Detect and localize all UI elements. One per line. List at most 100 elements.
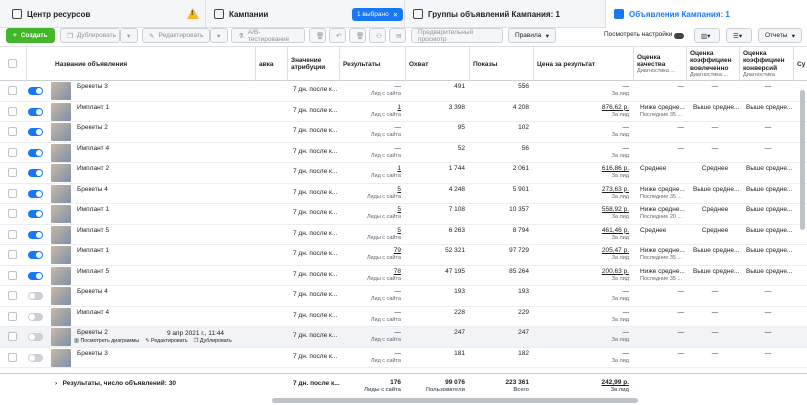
discard-button[interactable]: 🗑	[349, 28, 366, 43]
cost-value[interactable]: 273,63 р.	[602, 186, 629, 193]
row-checkbox[interactable]	[8, 229, 17, 239]
horizontal-scrollbar[interactable]	[272, 398, 638, 403]
table-row[interactable]: Имплант 5 7 дн. после к... 78 Лиды с сай…	[0, 265, 807, 286]
table-row[interactable]: Брекеты 2 7 дн. после к... — Лид с сайта…	[0, 122, 807, 143]
results-value[interactable]: 5	[397, 186, 401, 193]
ad-name[interactable]: Имплант 1	[77, 247, 109, 254]
ad-thumbnail[interactable]	[51, 246, 71, 264]
ad-name[interactable]: Брекеты 3	[77, 83, 108, 90]
ad-name[interactable]: Имплант 2	[77, 165, 109, 172]
tab-adsets[interactable]: Группы объявлений Кампания: 1	[404, 0, 604, 28]
warning-icon[interactable]: !	[187, 8, 199, 19]
row-checkbox[interactable]	[8, 168, 17, 177]
results-value[interactable]: 79	[394, 247, 401, 254]
cost-value[interactable]: 558,92 р.	[602, 206, 629, 213]
header-cost-per-result[interactable]: Цена за результат	[534, 47, 634, 81]
rules-dropdown[interactable]: Правила ▾	[508, 28, 556, 43]
cost-value[interactable]: 876,62 р.	[602, 104, 629, 111]
header-select-all[interactable]	[0, 47, 27, 81]
ad-thumbnail[interactable]	[51, 102, 71, 121]
delete-button[interactable]: 🗑	[309, 28, 326, 43]
breakdown-button[interactable]: ☰▾	[726, 28, 752, 43]
row-status-toggle[interactable]	[28, 230, 43, 239]
ad-name-cell[interactable]: Имплант 5	[74, 225, 254, 245]
view-settings-toggle[interactable]	[674, 33, 684, 39]
header-extra[interactable]: Су	[794, 47, 807, 81]
ad-name[interactable]: Имплант 1	[77, 104, 109, 111]
results-value[interactable]: 5	[397, 227, 401, 234]
header-quality[interactable]: Оценка качества Диагностика ...	[634, 47, 687, 81]
ad-thumbnail[interactable]	[51, 123, 71, 141]
ad-thumbnail[interactable]	[51, 184, 71, 203]
ad-thumbnail[interactable]	[51, 266, 71, 285]
ad-name-cell[interactable]: Брекеты 4	[74, 184, 254, 204]
row-checkbox[interactable]	[8, 86, 17, 95]
row-status-toggle[interactable]	[28, 148, 43, 157]
ad-thumbnail[interactable]	[51, 307, 71, 326]
selected-count-pill[interactable]: 1 выбрано ✕	[352, 8, 404, 21]
row-duplicate-link[interactable]: ❐ Дублировать	[194, 338, 232, 346]
row-checkbox[interactable]	[8, 291, 17, 300]
ad-name-cell[interactable]: Брекеты 4	[74, 286, 254, 306]
row-checkbox[interactable]	[8, 270, 17, 280]
ad-name[interactable]: Имплант 4	[77, 309, 109, 316]
ad-name-cell[interactable]: Брекеты 2	[74, 122, 254, 142]
tab-ads[interactable]: Объявления Кампания: 1	[605, 0, 807, 28]
results-value[interactable]: 1	[397, 104, 401, 111]
cost-value[interactable]: 616,86 р.	[602, 165, 629, 172]
ad-name[interactable]: Имплант 5	[77, 227, 109, 234]
vertical-scrollbar[interactable]	[800, 90, 805, 230]
ad-thumbnail[interactable]	[51, 287, 71, 305]
preview-button[interactable]: Предварительный просмотр	[411, 28, 503, 43]
ad-thumbnail[interactable]	[51, 205, 71, 223]
ad-thumbnail[interactable]	[51, 328, 71, 346]
ad-thumbnail[interactable]	[51, 164, 71, 182]
ab-test-button[interactable]: ⚗ A/B-тестирование	[231, 28, 305, 43]
table-row[interactable]: Имплант 1 7 дн. после к... 79 Лиды с сай…	[0, 245, 807, 266]
ad-name[interactable]: Имплант 5	[77, 268, 109, 275]
tab-resource-center[interactable]: Центр ресурсов	[4, 0, 200, 28]
row-status-toggle[interactable]	[28, 353, 43, 362]
row-status-toggle[interactable]	[28, 189, 43, 198]
header-bid[interactable]: авка	[256, 47, 288, 81]
table-row[interactable]: Имплант 5 7 дн. после к... 5 Лиды с сайт…	[0, 224, 807, 245]
row-checkbox[interactable]	[8, 209, 17, 218]
row-status-toggle[interactable]	[28, 251, 43, 259]
row-edit-link[interactable]: ✎ Редактировать	[145, 338, 188, 346]
ad-name-cell[interactable]: Имплант 4	[74, 143, 254, 163]
ad-name-cell[interactable]: Имплант 1	[74, 102, 254, 122]
header-reach[interactable]: Охват	[406, 47, 470, 81]
results-value[interactable]: 1	[397, 165, 401, 172]
row-checkbox[interactable]	[8, 106, 17, 116]
edit-dropdown[interactable]: ▾	[210, 28, 228, 43]
row-status-toggle[interactable]	[28, 128, 43, 136]
table-row[interactable]: Имплант 1 7 дн. после к... 1 Лид с сайта…	[0, 101, 807, 122]
table-row[interactable]: Брекеты 4 7 дн. после к... 5 Лиды с сайт…	[0, 183, 807, 204]
ad-name[interactable]: Брекеты 2	[77, 124, 108, 131]
ad-thumbnail[interactable]	[51, 348, 71, 367]
row-status-toggle[interactable]	[28, 312, 43, 321]
ad-name[interactable]: Брекеты 3	[77, 350, 108, 357]
ad-name-cell[interactable]: Имплант 2	[74, 163, 254, 183]
reports-button[interactable]: Отчеты ▾	[758, 28, 802, 43]
clear-selection-icon[interactable]: ✕	[393, 11, 398, 19]
table-row[interactable]: Брекеты 2 7 дн. после к... — Лид с сайта…	[0, 327, 807, 348]
ad-name-cell[interactable]: Имплант 1	[74, 245, 254, 265]
cost-value[interactable]: 200,63 р.	[602, 268, 629, 275]
cost-value[interactable]: 461,46 р.	[602, 227, 629, 234]
table-row[interactable]: Имплант 4 7 дн. после к... — Лид с сайта…	[0, 142, 807, 163]
table-row[interactable]: Имплант 1 7 дн. после к... 5 Лиды с сайт…	[0, 204, 807, 225]
columns-button[interactable]: ▥▾	[694, 28, 720, 43]
undo-button[interactable]: ↶	[329, 28, 346, 43]
table-row[interactable]: Брекеты 3 7 дн. после к... — Лид с сайта…	[0, 81, 807, 102]
header-conversion[interactable]: Оценка коэффициен конверсий Диагностика	[740, 47, 794, 81]
select-all-checkbox[interactable]	[8, 59, 17, 68]
row-status-toggle[interactable]	[28, 210, 43, 218]
ad-thumbnail[interactable]	[51, 143, 71, 162]
table-row[interactable]: Имплант 4 7 дн. после к... — Лид с сайта…	[0, 306, 807, 327]
row-status-toggle[interactable]	[28, 87, 43, 95]
duplicate-button[interactable]: ❐ Дублировать	[60, 28, 120, 43]
table-row[interactable]: Брекеты 3 7 дн. после к... — Лид с сайта…	[0, 347, 807, 368]
footer-summary[interactable]: › Результаты, число объявлений: 30	[52, 378, 252, 403]
results-value[interactable]: 78	[394, 268, 401, 275]
